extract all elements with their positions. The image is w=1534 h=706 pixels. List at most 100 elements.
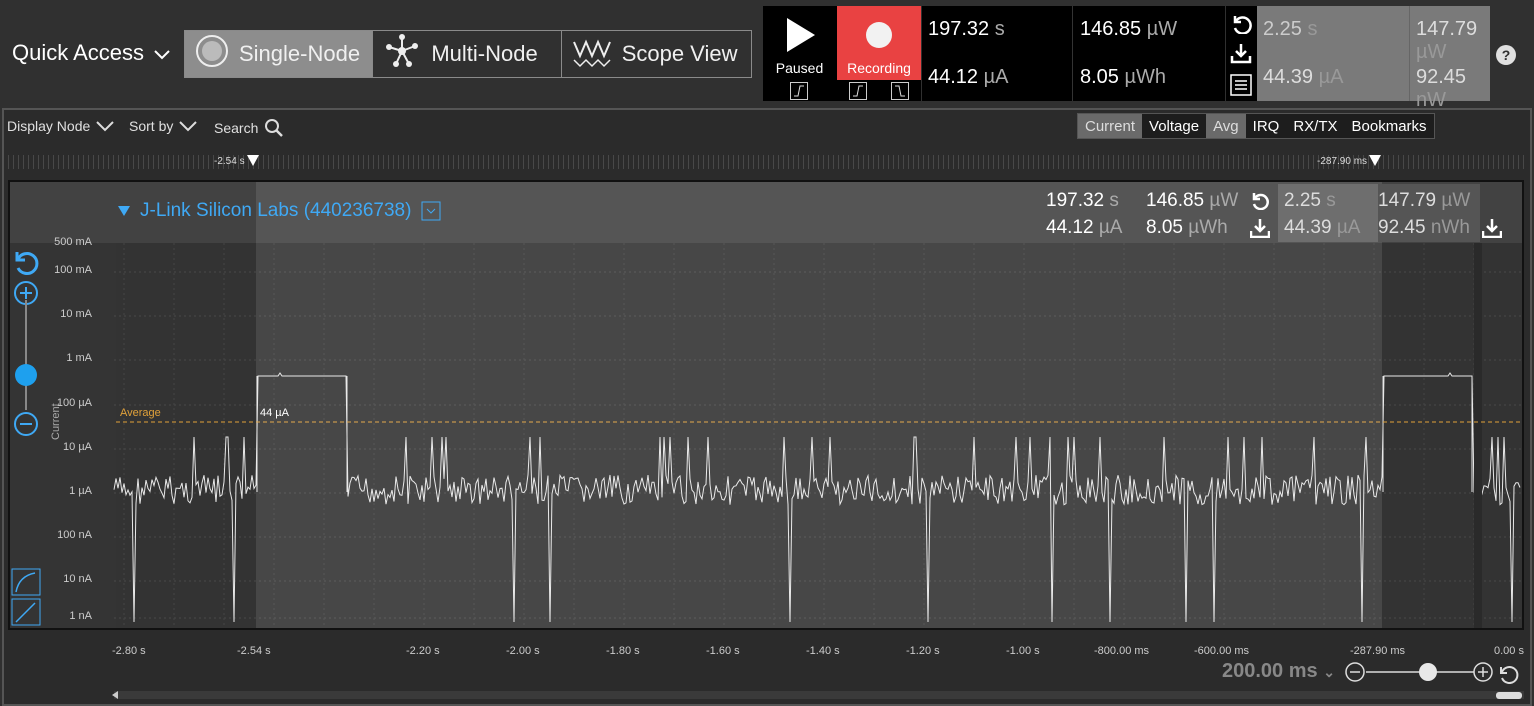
y-tick-label: 10 nA [63, 573, 92, 585]
stats-actions [1226, 6, 1257, 101]
left-marker[interactable]: -2.54 s [214, 155, 259, 167]
x-tick-label: -2.00 s [506, 645, 540, 657]
reset-icon [1500, 666, 1519, 684]
x-tick-label: -600.00 ms [1194, 645, 1250, 657]
mode-scope-view[interactable]: Scope View [562, 31, 751, 77]
vertical-zoom-handle[interactable] [15, 364, 37, 386]
capture-controls: Paused Recording [763, 6, 921, 101]
x-tick-label: -1.40 s [806, 645, 840, 657]
log-scale-icon[interactable] [11, 568, 41, 596]
chevron-down-icon [96, 120, 114, 131]
node-sel-time: 2.25 s [1284, 190, 1336, 211]
linear-scale-icon[interactable] [11, 598, 41, 626]
scope-wave-icon [572, 34, 612, 74]
x-tick-label: -2.20 s [406, 645, 440, 657]
y-tick-label: 10 mA [60, 308, 92, 320]
right-marker-label: -287.90 ms [1317, 155, 1368, 167]
x-tick-label: -1.00 s [1006, 645, 1040, 657]
mode-label: Single-Node [239, 41, 361, 66]
download-icon[interactable] [1482, 218, 1502, 238]
sel-stat-current: 44.39 µA [1263, 66, 1344, 88]
y-tick-label: 1 µA [69, 485, 92, 497]
trigger-falling-edge-icon[interactable] [891, 82, 909, 100]
mode-single-node[interactable]: Single-Node [185, 31, 374, 77]
node-menu-icon[interactable] [421, 201, 441, 221]
reset-icon[interactable] [1250, 190, 1270, 210]
marker-triangle-icon [1369, 155, 1382, 166]
mode-label: Multi-Node [431, 41, 538, 66]
node-header[interactable]: J-Link Silicon Labs (440236738) [118, 200, 441, 222]
node-sel-current: 44.39 µA [1284, 217, 1361, 238]
horizontal-zoom-slider[interactable] [1344, 660, 1524, 684]
y-axis-title: Current [50, 403, 62, 440]
node-stat-time: 197.32 s [1046, 190, 1119, 211]
zoom-level[interactable]: 200.00 ms ⌄ [1222, 660, 1335, 683]
selection-stats-panel: 2.25 s 147.79 µW 44.39 µA 92.45 nW [1257, 6, 1490, 111]
scroll-thumb[interactable] [1496, 692, 1522, 699]
mode-label: Scope View [621, 41, 738, 66]
x-tick-label: -1.80 s [606, 645, 640, 657]
mode-multi-node[interactable]: Multi-Node [373, 31, 562, 77]
stat-power: 146.85 µW [1080, 18, 1178, 40]
zoom-label: 200.00 ms [1222, 660, 1318, 682]
reset-zoom-icon[interactable] [12, 248, 42, 278]
download-icon[interactable] [1250, 218, 1270, 238]
tab-bookmarks[interactable]: Bookmarks [1345, 114, 1434, 138]
sort-by-dropdown[interactable]: Sort by [129, 118, 198, 134]
trigger-rising-icon[interactable] [790, 82, 808, 100]
sort-by-label: Sort by [129, 118, 174, 134]
display-node-dropdown[interactable]: Display Node [7, 118, 114, 134]
node-stat-energy: 8.05 µWh [1146, 217, 1228, 238]
selection-overlay[interactable] [256, 182, 1382, 628]
y-tick-label: 500 mA [54, 236, 92, 248]
horizontal-scrollbar[interactable] [114, 691, 1524, 699]
record-button[interactable]: Recording [837, 6, 921, 80]
x-tick-label: -2.54 s [237, 645, 271, 657]
help-icon[interactable]: ? [1496, 45, 1516, 65]
stat-energy: 8.05 µWh [1080, 66, 1167, 88]
scroll-left-arrow[interactable] [112, 691, 118, 699]
tab-current[interactable]: Current [1078, 114, 1143, 138]
tab-voltage[interactable]: Voltage [1142, 114, 1206, 138]
y-tick-label: 1 mA [66, 352, 92, 364]
pause-button[interactable]: Paused [763, 6, 836, 80]
x-tick-label: -2.80 s [112, 645, 146, 657]
x-tick-label: -800.00 ms [1094, 645, 1150, 657]
multi-node-icon [383, 34, 421, 74]
y-tick-label: 100 nA [57, 529, 92, 541]
x-tick-label: 0.00 s [1494, 645, 1524, 657]
trigger-rising-edge-icon[interactable] [849, 82, 867, 100]
tab-rxtx[interactable]: RX/TX [1286, 114, 1344, 138]
zoom-handle [1419, 663, 1437, 681]
reset-icon[interactable] [1230, 12, 1252, 34]
tab-irq[interactable]: IRQ [1246, 114, 1287, 138]
tab-avg[interactable]: Avg [1206, 114, 1246, 138]
node-sel-power: 147.79 µW [1378, 190, 1471, 211]
x-tick-label: -1.60 s [706, 645, 740, 657]
live-stats-panel: 197.32 s 146.85 µW 44.12 µA 8.05 µWh [922, 6, 1225, 101]
download-icon[interactable] [1230, 42, 1252, 64]
y-tick-label: 1 nA [69, 610, 92, 622]
stat-time: 197.32 s [928, 18, 1005, 40]
recording-label: Recording [847, 60, 911, 76]
x-tick-label: -287.90 ms [1350, 645, 1406, 657]
y-tick-label: 10 µA [63, 441, 92, 453]
zoom-out-icon[interactable] [13, 411, 39, 437]
node-stats: 197.32 s 146.85 µW 44.12 µA 8.05 µWh 2.2… [1040, 184, 1502, 242]
average-label: Average [120, 407, 161, 419]
vertical-zoom-track[interactable] [25, 300, 27, 410]
search-button[interactable]: Search [214, 118, 284, 138]
left-marker-label: -2.54 s [214, 155, 245, 167]
paused-label: Paused [775, 60, 824, 76]
gap-region [1474, 243, 1482, 628]
right-marker[interactable]: -287.90 ms [1317, 155, 1382, 167]
node-stat-power: 146.85 µW [1146, 190, 1239, 211]
quick-access-menu[interactable]: Quick Access [12, 40, 170, 66]
view-tabs: Current Voltage Avg IRQ RX/TX Bookmarks [1077, 113, 1435, 139]
quick-access-label: Quick Access [12, 40, 145, 65]
collapse-triangle-icon[interactable] [118, 206, 130, 216]
record-dot-icon [866, 22, 892, 48]
list-icon[interactable] [1230, 74, 1252, 96]
sel-stat-power: 147.79 µW [1416, 18, 1478, 63]
display-node-label: Display Node [7, 118, 91, 134]
